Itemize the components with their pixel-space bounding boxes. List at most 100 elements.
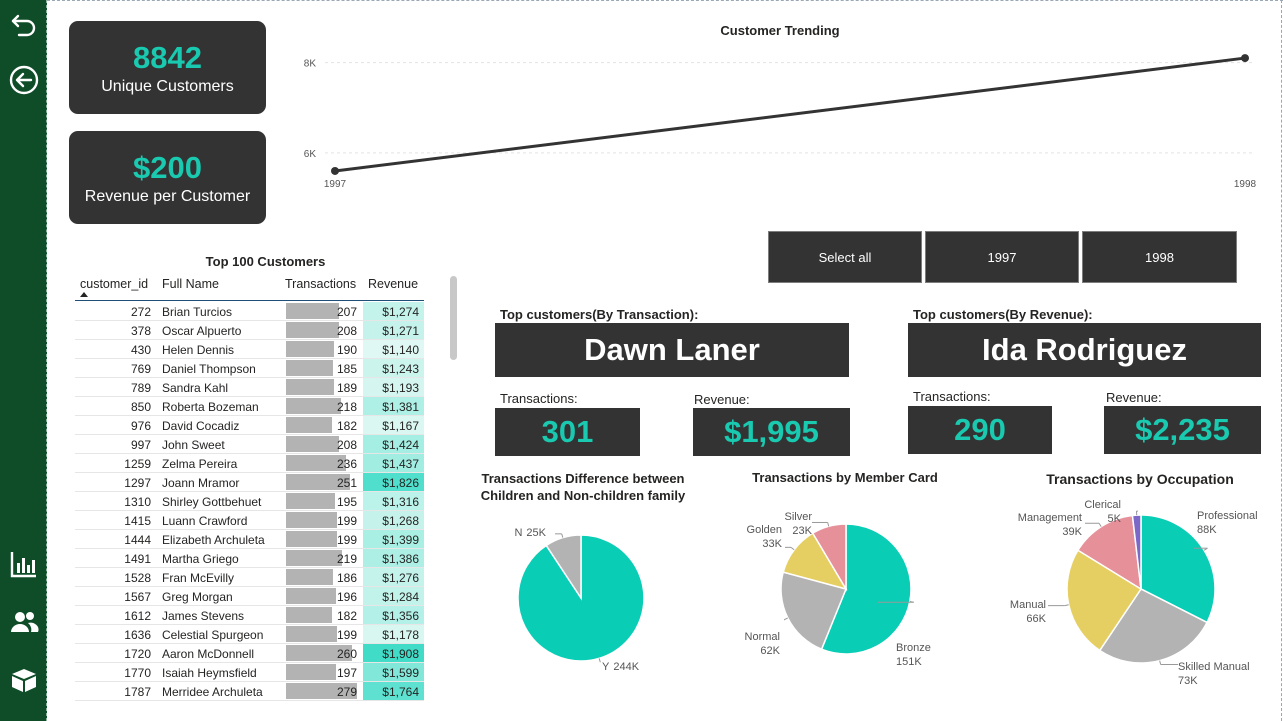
undo-icon[interactable] <box>8 10 39 41</box>
cell-revenue: $1,599 <box>363 663 424 681</box>
top-revenue-heading: Top customers(By Revenue): <box>913 307 1093 322</box>
leader-line <box>827 522 830 527</box>
table-row[interactable]: 1528 Fran McEvilly 186 $1,276 <box>75 568 424 587</box>
cell-customer-id: 430 <box>130 343 151 357</box>
cell-customer-id: 850 <box>130 400 151 414</box>
cell-customer-id: 769 <box>130 362 151 376</box>
slicer-select-all-button[interactable]: Select all <box>768 231 922 283</box>
table-scrollbar[interactable] <box>450 276 457 360</box>
back-arrow-icon[interactable] <box>8 64 39 95</box>
top-transaction-rev-value: $1,995 <box>693 408 850 456</box>
cell-full-name: Shirley Gottbehuet <box>162 495 262 509</box>
people-icon[interactable] <box>8 606 39 637</box>
top-transaction-heading: Top customers(By Transaction): <box>500 307 699 322</box>
x-tick-label: 1998 <box>1234 179 1257 190</box>
col-header-transactions[interactable]: Transactions <box>285 277 356 291</box>
x-tick-label: 1997 <box>324 179 347 190</box>
cell-revenue: $1,826 <box>363 473 424 491</box>
box-icon[interactable] <box>8 664 39 695</box>
cell-transactions: 185 <box>336 362 357 376</box>
cell-transactions: 260 <box>336 647 357 661</box>
cell-transactions: 182 <box>336 609 357 623</box>
cell-full-name: Oscar Alpuerto <box>162 324 242 338</box>
cell-customer-id: 1297 <box>124 476 151 490</box>
table-row[interactable]: 1491 Martha Griego 219 $1,386 <box>75 549 424 568</box>
table-row[interactable]: 1297 Joann Mramor 251 $1,826 <box>75 473 424 492</box>
cell-full-name: Elizabeth Archuleta <box>162 533 265 547</box>
leader-line <box>790 546 795 551</box>
cell-transactions: 197 <box>336 666 357 680</box>
table-row[interactable]: 1770 Isaiah Heymsfield 197 $1,599 <box>75 663 424 682</box>
pie-value-label: 25K <box>526 527 546 539</box>
leader-line <box>1098 522 1102 527</box>
series-line <box>334 56 1246 173</box>
unique-customers-card: 8842 Unique Customers <box>69 21 266 114</box>
cell-full-name: Luann Crawford <box>162 514 248 528</box>
table-row[interactable]: 1444 Elizabeth Archuleta 199 $1,399 <box>75 530 424 549</box>
table-row[interactable]: 1787 Merridee Archuleta 279 $1,764 <box>75 682 424 701</box>
pie-value-label: 66K <box>1026 613 1046 625</box>
table-row[interactable]: 1259 Zelma Pereira 236 $1,437 <box>75 454 424 473</box>
table-row[interactable]: 272 Brian Turcios 207 $1,274 <box>75 302 424 321</box>
cell-transactions: 189 <box>336 381 357 395</box>
cell-transactions: 195 <box>336 495 357 509</box>
table-row[interactable]: 789 Sandra Kahl 189 $1,193 <box>75 378 424 397</box>
cell-full-name: Fran McEvilly <box>162 571 235 585</box>
table-title: Top 100 Customers <box>205 254 326 269</box>
cell-full-name: Daniel Thompson <box>162 362 256 376</box>
pie-category-label: Clerical <box>1084 499 1121 511</box>
cell-customer-id: 1528 <box>124 571 151 585</box>
cell-full-name: Isaiah Heymsfield <box>162 666 257 680</box>
svg-text:Y244K: Y 244K <box>602 661 640 673</box>
pie-value-label: 244K <box>613 661 639 673</box>
slicer-1998-button[interactable]: 1998 <box>1082 231 1237 283</box>
cell-revenue: $1,276 <box>363 568 424 586</box>
table-row[interactable]: 430 Helen Dennis 190 $1,140 <box>75 340 424 359</box>
cell-revenue: $1,178 <box>363 625 424 643</box>
leader-line <box>561 533 564 538</box>
table-row[interactable]: 769 Daniel Thompson 185 $1,243 <box>75 359 424 378</box>
pie-category-label: Golden <box>747 524 782 536</box>
cell-revenue: $1,140 <box>363 340 424 358</box>
cell-revenue: $1,908 <box>363 644 424 662</box>
slicer-1997-button[interactable]: 1997 <box>925 231 1079 283</box>
cell-transactions: 199 <box>336 533 357 547</box>
col-header-revenue[interactable]: Revenue <box>368 277 418 291</box>
col-header-customer-id[interactable]: customer_id <box>80 277 148 291</box>
unique-customers-label: Unique Customers <box>101 78 234 95</box>
cell-revenue: $1,381 <box>363 397 424 415</box>
cell-revenue: $1,424 <box>363 435 424 453</box>
cell-customer-id: 1491 <box>124 552 151 566</box>
table-row[interactable]: 1720 Aaron McDonnell 260 $1,908 <box>75 644 424 663</box>
table-row[interactable]: 1310 Shirley Gottbehuet 195 $1,316 <box>75 492 424 511</box>
cell-revenue: $1,268 <box>363 511 424 529</box>
table-row[interactable]: 997 John Sweet 208 $1,424 <box>75 435 424 454</box>
page-border-top <box>47 0 1283 1</box>
top-transaction-tx-value: 301 <box>495 408 640 456</box>
cell-customer-id: 1444 <box>124 533 151 547</box>
cell-revenue: $1,764 <box>363 682 424 700</box>
top-transaction-customer-name: Dawn Laner <box>495 323 849 377</box>
customer-trending-chart: 6K 8K 1997 1998 <box>304 54 1257 190</box>
col-header-full-name[interactable]: Full Name <box>162 277 219 291</box>
cell-full-name: Sandra Kahl <box>162 381 229 395</box>
pie-value-label: 73K <box>1178 675 1198 687</box>
table-row[interactable]: 378 Oscar Alpuerto 208 $1,271 <box>75 321 424 340</box>
pie-category-label: Professional <box>1197 510 1258 522</box>
chart-icon[interactable] <box>8 548 39 579</box>
table-row[interactable]: 1567 Greg Morgan 196 $1,284 <box>75 587 424 606</box>
pie-value-label: 5K <box>1108 513 1122 525</box>
pie-value-label: 62K <box>760 645 780 657</box>
table-row[interactable]: 1415 Luann Crawford 199 $1,268 <box>75 511 424 530</box>
pie-occupation-title: Transactions by Occupation <box>1046 471 1234 487</box>
cell-revenue: $1,193 <box>363 378 424 396</box>
table-row[interactable]: 976 David Cocadiz 182 $1,167 <box>75 416 424 435</box>
table-row[interactable]: 1636 Celestial Spurgeon 199 $1,178 <box>75 625 424 644</box>
top-revenue-rev-label: Revenue: <box>1106 390 1162 405</box>
table-row[interactable]: 850 Roberta Bozeman 218 $1,381 <box>75 397 424 416</box>
cell-customer-id: 1310 <box>124 495 151 509</box>
page-border-right <box>1281 0 1282 721</box>
table-row[interactable]: 1612 James Stevens 182 $1,356 <box>75 606 424 625</box>
top-revenue-tx-value: 290 <box>908 406 1052 454</box>
pie-value-label: 88K <box>1197 524 1217 536</box>
